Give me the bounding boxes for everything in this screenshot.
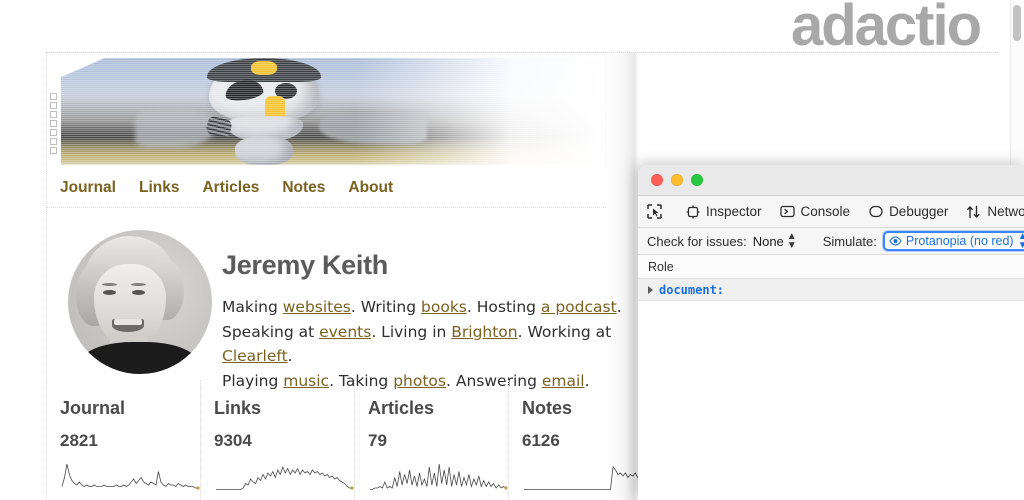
bio-link-websites[interactable]: websites [283,298,351,316]
stepper-arrows-icon: ▲▼ [1018,232,1024,250]
chevron-right-icon[interactable] [648,286,653,294]
avatar-eye-right [132,290,145,295]
stat-card-articles[interactable]: Articles 79 [354,380,508,500]
bio-line-1: Making websites. Writing books. Hosting … [222,295,642,320]
accessibility-tree-body [638,301,1024,500]
tab-label: Console [801,204,851,219]
bio-link-brighton[interactable]: Brighton [451,323,517,341]
devtools-window: Inspector Console Debugger [638,165,1024,500]
perforation [50,120,57,127]
stat-card-journal[interactable]: Journal 2821 [47,380,200,500]
perforation [50,111,57,118]
eye-icon [889,236,902,246]
stat-value: 9304 [214,431,354,451]
avatar-shirt [78,342,200,374]
perforation [50,147,57,154]
profile-bio: Making websites. Writing books. Hosting … [222,295,642,393]
bio-text: . [617,298,622,316]
bio-link-podcast[interactable]: a podcast [541,298,617,316]
bio-link-events[interactable]: events [319,323,371,341]
tab-debugger[interactable]: Debugger [859,199,957,225]
check-for-issues-select[interactable]: None ▲▼ [753,232,797,250]
perforation [50,129,57,136]
check-for-issues-label: Check for issues: [647,234,747,249]
perforation [50,93,57,100]
nav-link-journal[interactable]: Journal [60,179,116,197]
sparkline-chart-articles [368,459,508,493]
nav-link-articles[interactable]: Articles [202,179,259,197]
bio-text: . Living in [371,323,451,341]
minimize-window-button[interactable] [671,174,683,186]
tab-label: Debugger [889,204,948,219]
bio-link-books[interactable]: books [421,298,467,316]
stats-section: Journal 2821 Links 9304 Articles 79 Note… [46,380,638,500]
tab-label: Network [987,204,1024,219]
accessibility-tree-row[interactable]: document: [638,279,1024,301]
accessibility-toolbar: Check for issues: None ▲▼ Simulate: Prot… [638,228,1024,255]
bio-text: . Writing [351,298,421,316]
perforation [50,102,57,109]
sparkline-chart-links [214,459,354,493]
nav-link-about[interactable]: About [348,179,393,197]
bio-link-clearleft[interactable]: Clearleft [222,347,288,365]
banner-container [46,53,606,168]
column-header-role: Role [648,260,674,274]
page-scrollbar-thumb[interactable] [1013,5,1021,41]
stat-value: 2821 [60,431,200,451]
film-perforations [47,93,61,161]
avatar-brow-right [131,283,146,286]
perforation [50,138,57,145]
profile-section: Jeremy Keith Making websites. Writing bo… [46,208,638,380]
simulate-value: Protanopia (no red) [906,234,1014,248]
check-for-issues-value: None [753,234,784,249]
close-window-button[interactable] [651,174,663,186]
tab-label: Inspector [706,204,762,219]
simulate-label: Simulate: [823,234,877,249]
node-role-label: document: [659,283,724,297]
avatar-brow-left [102,283,117,286]
console-icon [780,205,795,218]
bio-text: Making [222,298,283,316]
sparkline-chart-journal [60,459,200,493]
stat-label: Links [214,398,354,419]
avatar [68,230,212,374]
bio-text: . Hosting [467,298,541,316]
network-icon [966,205,981,219]
devtools-titlebar[interactable] [638,165,1024,196]
debugger-icon [868,205,883,218]
tab-inspector[interactable]: Inspector [677,199,771,225]
banner-photo [61,58,606,165]
site-navigation: Journal Links Articles Notes About [46,168,606,208]
tab-console[interactable]: Console [771,199,860,225]
devtools-tabbar: Inspector Console Debugger [638,196,1024,228]
avatar-teeth [114,319,142,325]
bio-text: . Working at [518,323,612,341]
element-picker-icon[interactable] [646,201,663,223]
stat-label: Journal [60,398,200,419]
bio-text: Speaking at [222,323,319,341]
bio-line-2: Speaking at events. Living in Brighton. … [222,320,642,369]
stat-value: 79 [368,431,508,451]
banner-fade-overlay [357,58,606,165]
nav-link-links[interactable]: Links [139,179,179,197]
stat-label: Articles [368,398,508,419]
simulate-select[interactable]: Protanopia (no red) ▲▼ [883,231,1024,251]
site-logo[interactable]: adactio [700,0,980,54]
banner-image [61,58,606,165]
stepper-arrows-icon: ▲▼ [787,232,797,250]
avatar-eye-left [103,290,116,295]
tab-network[interactable]: Network [957,199,1024,225]
maximize-window-button[interactable] [691,174,703,186]
nav-link-notes[interactable]: Notes [282,179,325,197]
stat-card-links[interactable]: Links 9304 [200,380,354,500]
page-title: Jeremy Keith [222,250,388,281]
bio-text: . [288,347,293,365]
screenshot-root: adactio [0,0,1024,500]
inspector-icon [686,205,700,219]
accessibility-tree-column-header[interactable]: Role [638,255,1024,279]
